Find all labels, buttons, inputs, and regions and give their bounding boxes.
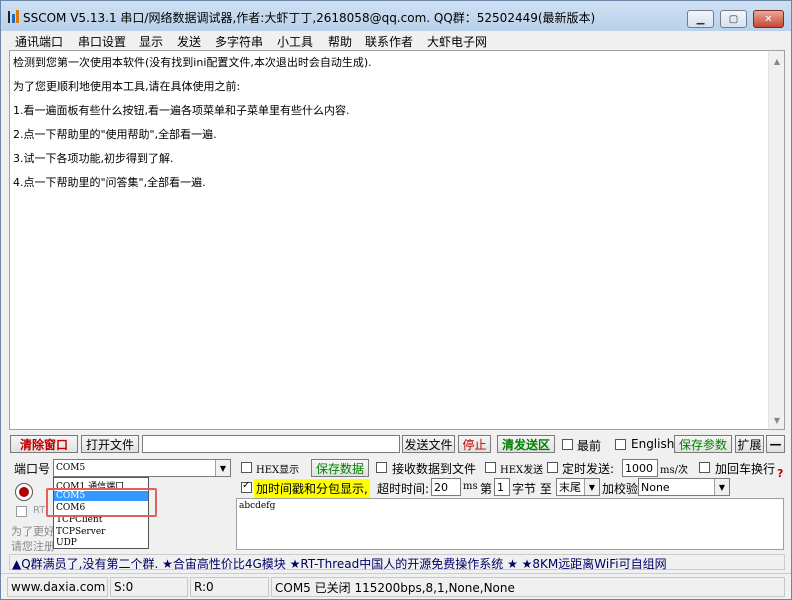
checksum-select[interactable]: None ▼ [638,478,730,496]
port-status-icon [19,487,29,497]
log-line: 4.点一下帮助里的"问答集",全部看一遍. [13,176,206,189]
port-label: 端口号 [14,462,51,476]
save-data-button[interactable]: 保存数据 [311,459,369,477]
port-select[interactable]: COM5 ▼ [53,459,231,477]
sent-count: S:0 [110,577,188,597]
scroll-up-icon[interactable]: ▲ [769,57,785,66]
ad-ticker[interactable]: ▲Q群满员了,没有第二个群. ★合宙高性价比4G模块 ★RT-Thread中国人… [9,554,785,571]
close-icon: ✕ [764,13,773,25]
register-hint-text: 为了更好 [11,525,55,538]
clear-window-button[interactable]: 清除窗口 [10,435,78,453]
scroll-down-icon[interactable]: ▼ [769,416,785,425]
hex-display-label: HEX显示 [256,465,300,476]
rts-checkbox[interactable] [16,506,27,517]
timed-send-label: 定时发送: [562,462,615,476]
annotation-highlight-box [46,488,157,517]
menu-tools[interactable]: 小工具 [277,33,313,50]
close-button[interactable]: ✕ [753,10,784,28]
log-line: 1.看一遍面板有些什么按钮,看一遍各项菜单和子菜单里有些什么内容. [13,104,350,117]
register-hint-text: 请您注册 [11,540,55,553]
add-crlf-label: 加回车换行 [715,462,776,476]
checksum-select-value: None [641,480,670,494]
maximize-button[interactable]: ▢ [720,10,747,28]
log-scrollbar[interactable]: ▲ ▼ [768,51,784,429]
minimize-button[interactable]: ▁ [687,10,714,28]
menu-serial-settings[interactable]: 串口设置 [78,33,126,50]
timestamp-label: 加时间戳和分包显示, [254,479,370,498]
maximize-icon: ▢ [728,13,739,25]
website-link[interactable]: www.daxia.com [7,577,108,597]
menu-daxia-website[interactable]: 大虾电子网 [427,33,487,50]
menu-bar: 通讯端口 串口设置 显示 发送 多字符串 小工具 帮助 联系作者 大虾电子网 [1,31,791,50]
open-port-button[interactable] [15,483,33,501]
timed-send-checkbox[interactable] [547,462,558,473]
recv-to-file-label: 接收数据到文件 [392,462,477,476]
hex-display-checkbox[interactable] [241,462,252,473]
menu-comm-port[interactable]: 通讯端口 [15,33,63,50]
expand-button[interactable]: 扩展 [735,435,764,453]
log-line: 3.试一下各项功能,初步得到了解. [13,152,174,165]
nth-byte-input[interactable]: 1 [494,478,510,496]
collapse-button[interactable]: — [766,435,785,453]
timestamp-checkbox[interactable] [241,480,252,493]
log-line: 2.点一下帮助里的"使用帮助",全部看一遍. [13,128,217,141]
chevron-down-icon[interactable]: ▼ [584,479,599,495]
file-path-input[interactable] [142,435,400,453]
hex-send-label: HEX发送 [500,465,544,476]
send-interval-input[interactable]: 1000 [622,459,658,477]
nth-label: 第 [480,482,493,496]
title-bar[interactable]: SSCOM V5.13.1 串口/网络数据调试器,作者:大虾丁丁,2618058… [1,1,791,31]
rts-label: RT [33,505,46,516]
port-option-udp[interactable]: UDP [56,538,77,548]
send-text: abcdefg [239,501,276,511]
menu-display[interactable]: 显示 [139,33,163,50]
menu-help[interactable]: 帮助 [328,33,352,50]
menu-contact-author[interactable]: 联系作者 [365,33,413,50]
stop-button[interactable]: 停止 [458,435,491,453]
clear-send-area-button[interactable]: 清发送区 [497,435,555,453]
help-icon[interactable]: ? [777,467,783,480]
timeout-label: 超时时间: [377,482,430,496]
topmost-label: 最前 [577,439,602,453]
port-select-value: COM5 [56,463,86,473]
status-bar: www.daxia.com S:0 R:0 COM5 已关闭 115200bps… [1,573,791,599]
log-line: 检测到您第一次使用本软件(没有找到ini配置文件,本次退出时会自动生成). [13,56,372,69]
timeout-unit-label: ms [463,481,478,492]
recv-to-file-checkbox[interactable] [376,462,387,473]
add-crlf-checkbox[interactable] [699,462,710,473]
menu-send[interactable]: 发送 [177,33,201,50]
english-checkbox[interactable] [615,439,626,450]
hex-send-checkbox[interactable] [485,462,496,473]
end-select[interactable]: 末尾 ▼ [556,478,600,496]
timeout-input[interactable]: 20 [431,478,461,496]
chevron-down-icon[interactable]: ▼ [714,479,729,495]
english-label: English [631,437,675,451]
end-select-value: 末尾 [559,481,581,494]
app-icon [8,10,19,23]
interval-unit-label: ms/次 [660,465,688,476]
minimize-icon: ▁ [696,13,705,25]
chevron-down-icon[interactable]: ▼ [215,460,230,476]
send-file-button[interactable]: 发送文件 [402,435,455,453]
port-status-text: COM5 已关闭 115200bps,8,1,None,None [271,577,785,597]
topmost-checkbox[interactable] [562,439,573,450]
received-count: R:0 [190,577,269,597]
byte-to-label: 字节 至 [512,482,552,496]
app-window: SSCOM V5.13.1 串口/网络数据调试器,作者:大虾丁丁,2618058… [0,0,792,600]
window-title: SSCOM V5.13.1 串口/网络数据调试器,作者:大虾丁丁,2618058… [23,11,596,25]
checksum-label: 加校验 [602,482,639,496]
port-option-tcpserver[interactable]: TCPServer [56,527,105,537]
log-line: 为了您更顺利地使用本工具,请在具体使用之前: [13,80,241,93]
receive-log[interactable]: 检测到您第一次使用本软件(没有找到ini配置文件,本次退出时会自动生成). 为了… [9,50,785,430]
open-file-button[interactable]: 打开文件 [81,435,139,453]
save-params-button[interactable]: 保存参数 [674,435,732,453]
send-textarea[interactable]: abcdefg [236,498,784,550]
menu-multi-string[interactable]: 多字符串 [215,33,263,50]
